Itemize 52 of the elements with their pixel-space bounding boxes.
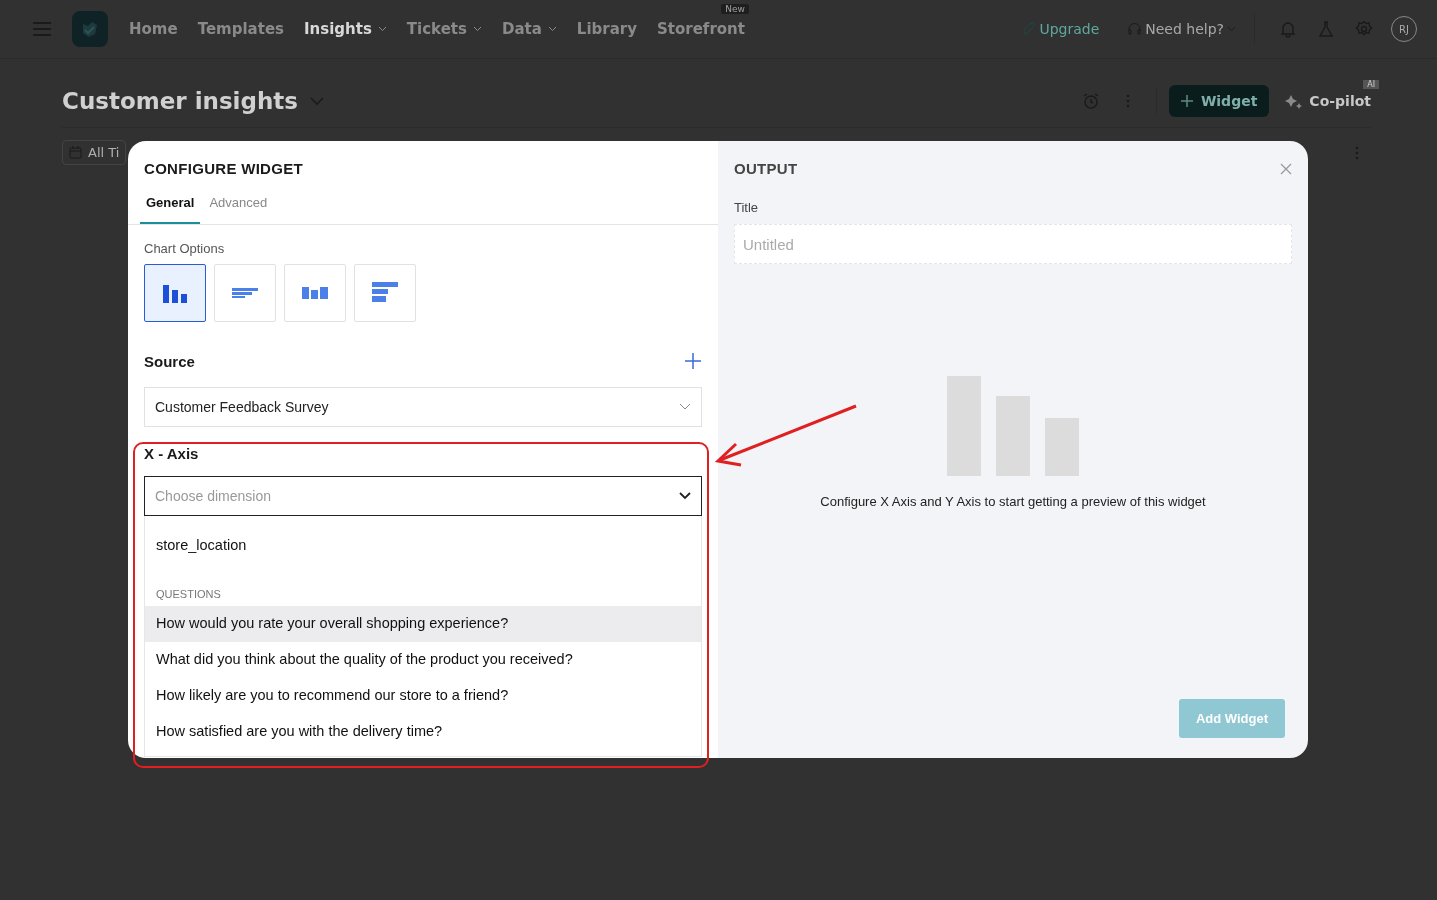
close-icon[interactable] [1280, 162, 1292, 175]
x-axis-label: X - Axis [144, 445, 200, 462]
page-title: Customer insights [62, 88, 298, 114]
chart-options-label: Chart Options [144, 241, 226, 256]
nav-tab[interactable]: Home [129, 20, 178, 38]
column-chart-icon [161, 283, 189, 303]
nav-tab[interactable]: Insights [304, 20, 387, 38]
new-badge: New [721, 4, 749, 14]
plus-icon [1180, 95, 1193, 107]
chevron-down-icon [679, 403, 691, 411]
source-label: Source [144, 352, 195, 370]
group-heading: QUESTIONS [155, 587, 222, 602]
flask-icon[interactable] [1317, 20, 1335, 38]
nav-tab[interactable]: Storefront [657, 20, 745, 38]
tab[interactable]: Advanced [203, 187, 274, 224]
nav-tab[interactable]: Library [576, 20, 637, 38]
tab[interactable]: General [140, 187, 201, 224]
chart-type-button[interactable] [144, 264, 206, 322]
help-menu[interactable]: Need help? [1127, 21, 1236, 37]
logo-icon[interactable] [72, 11, 108, 47]
caret-icon[interactable] [473, 26, 482, 32]
bell-icon[interactable] [1279, 20, 1297, 38]
bar-chart-icon [231, 286, 259, 300]
chevron-down-icon [679, 492, 691, 500]
title-input[interactable]: Untitled [734, 224, 1292, 264]
dropdown-option[interactable]: What did you think about the quality of the product you received? [145, 642, 701, 678]
add-widget-button[interactable]: Widget [1168, 85, 1270, 117]
copilot-button[interactable]: Co-pilot [1285, 92, 1371, 110]
output-title: OUTPUT [734, 160, 798, 177]
nav-tab[interactable]: Templates [197, 20, 284, 38]
nav-tab[interactable]: Data [502, 20, 557, 38]
nav-tab[interactable]: Tickets [406, 20, 482, 38]
caret-icon[interactable] [377, 26, 387, 32]
stacked-chart-icon [372, 282, 398, 304]
grouped-chart-icon [302, 285, 328, 301]
upgrade-link[interactable]: Upgrade [1022, 21, 1100, 37]
dropdown-option[interactable]: How satisfied are you with the delivery time? [145, 714, 701, 750]
empty-message: Configure X Axis and Y Axis to start getting a preview of this widget [820, 494, 1206, 509]
dialog-title: CONFIGURE WIDGET [144, 160, 304, 177]
settings-icon[interactable] [1355, 20, 1373, 38]
source-dropdown[interactable]: Customer Feedback Survey [144, 387, 702, 427]
add-icon[interactable] [684, 352, 702, 370]
ai-badge: AI [1363, 80, 1379, 89]
dropdown-option[interactable]: store_location [145, 528, 701, 564]
caret-icon[interactable] [547, 26, 557, 32]
date-filter[interactable]: All Ti [62, 140, 127, 165]
dropdown-option[interactable]: How would you rate your overall shopping experience? [145, 606, 701, 642]
title-label: Title [734, 200, 760, 215]
alarm-clock-icon[interactable] [1081, 92, 1100, 110]
dropdown-option[interactable]: How likely are you to recommend our store to a friend? [145, 678, 701, 714]
dimension-dropdown[interactable]: Choose dimension [144, 476, 702, 516]
placeholder-chart-icon [947, 376, 1079, 476]
